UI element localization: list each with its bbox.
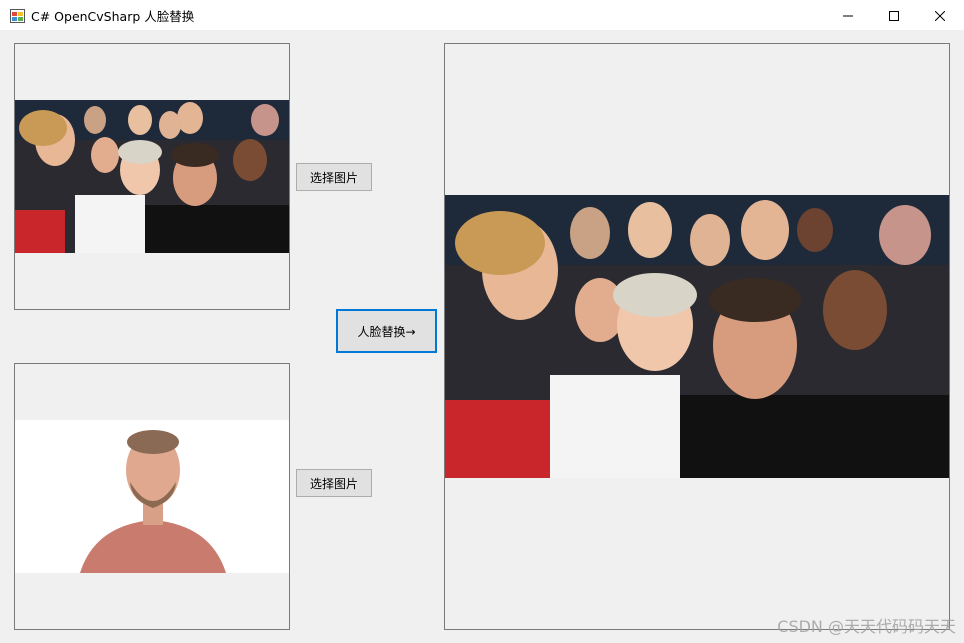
target-picturebox[interactable] [14, 363, 290, 630]
close-button[interactable] [917, 0, 963, 30]
result-photo [445, 195, 949, 478]
minimize-button[interactable] [825, 0, 871, 30]
source-photo [15, 100, 289, 253]
result-picturebox[interactable] [444, 43, 950, 630]
face-swap-button[interactable]: 人脸替换→ [336, 309, 437, 353]
minimize-icon [843, 6, 853, 25]
close-icon [934, 6, 946, 25]
maximize-icon [889, 6, 899, 25]
maximize-button[interactable] [871, 0, 917, 30]
csdn-watermark: CSDN @天天代码码天天 [777, 617, 956, 636]
source-picturebox[interactable] [14, 43, 290, 310]
select-source-image-button[interactable]: 选择图片 [296, 163, 372, 191]
target-photo [15, 420, 289, 573]
select-target-image-button[interactable]: 选择图片 [296, 469, 372, 497]
app-icon [10, 8, 25, 23]
window-title: C# OpenCvSharp 人脸替换 [31, 9, 195, 24]
title-bar: C# OpenCvSharp 人脸替换 [0, 0, 964, 31]
